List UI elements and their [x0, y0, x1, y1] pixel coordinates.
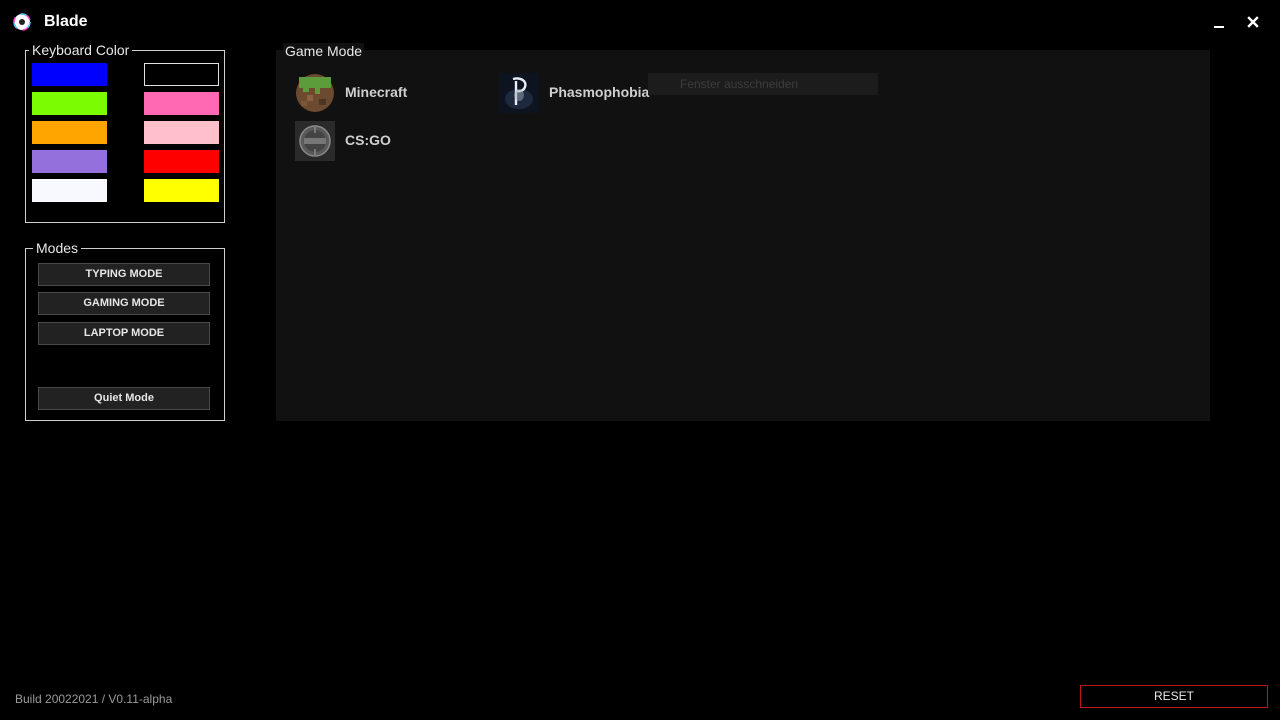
color-swatch[interactable] — [32, 150, 107, 173]
modes-label: Modes — [33, 240, 82, 256]
minecraft-icon — [295, 73, 335, 113]
close-icon — [1247, 16, 1259, 28]
gaming-mode-button[interactable]: GAMING MODE — [38, 292, 210, 315]
minimize-icon — [1214, 26, 1224, 28]
color-swatch[interactable] — [144, 179, 219, 202]
color-swatch[interactable] — [32, 63, 107, 86]
game-label-minecraft: Minecraft — [345, 84, 408, 100]
phasmophobia-icon — [499, 73, 539, 113]
color-swatch[interactable] — [32, 121, 107, 144]
blade-logo-icon — [13, 13, 31, 31]
modes-group: Modes TYPING MODE GAMING MODE LAPTOP MOD… — [25, 240, 225, 421]
minimize-button[interactable] — [1207, 10, 1231, 34]
color-swatch[interactable] — [144, 150, 219, 173]
app-title: Blade — [44, 13, 88, 30]
title-bar: Blade — [0, 0, 1280, 44]
tooltip: Fenster ausschneiden — [648, 73, 878, 95]
build-version-label: Build 20022021 / V0.11-alpha — [15, 692, 173, 706]
color-swatch[interactable] — [32, 92, 107, 115]
game-label-phasmophobia: Phasmophobia — [549, 84, 650, 100]
csgo-icon — [295, 121, 335, 161]
game-label-csgo: CS:GO — [345, 132, 391, 148]
quiet-mode-button[interactable]: Quiet Mode — [38, 387, 210, 410]
typing-mode-button[interactable]: TYPING MODE — [38, 263, 210, 286]
game-mode-label: Game Mode — [283, 43, 365, 59]
color-swatch[interactable] — [144, 92, 219, 115]
reset-button[interactable]: RESET — [1080, 685, 1268, 708]
laptop-mode-button[interactable]: LAPTOP MODE — [38, 322, 210, 345]
color-swatch[interactable] — [32, 179, 107, 202]
game-mode-panel — [276, 50, 1210, 421]
close-button[interactable] — [1241, 10, 1265, 34]
color-swatch[interactable] — [144, 63, 219, 86]
color-swatch[interactable] — [144, 121, 219, 144]
keyboard-color-label: Keyboard Color — [29, 42, 133, 58]
keyboard-color-group: Keyboard Color — [25, 42, 225, 223]
